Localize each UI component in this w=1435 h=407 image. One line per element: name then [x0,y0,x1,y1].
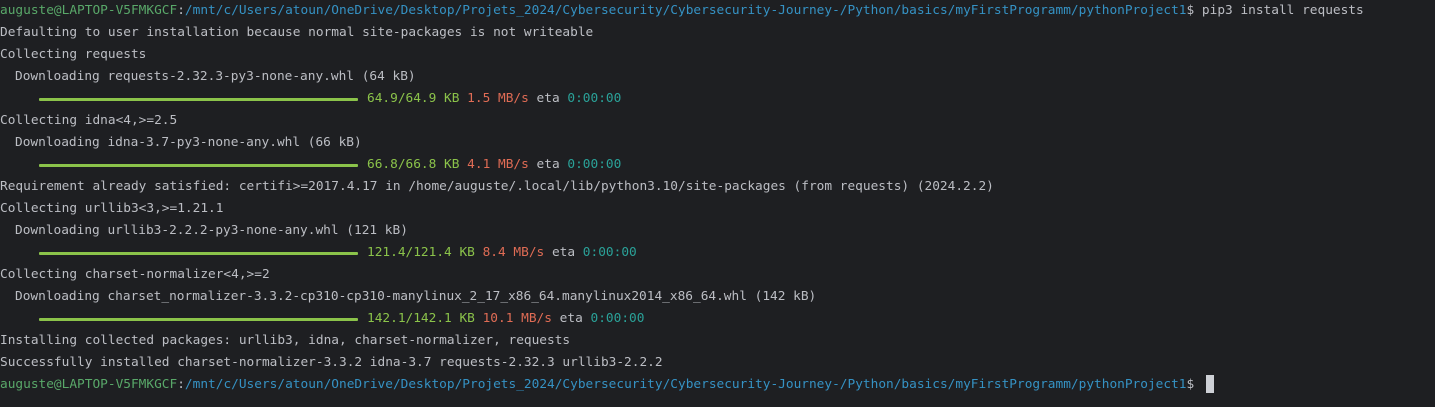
progress-size: 121.4/121.4 KB [367,245,475,260]
progress-speed: 4.1 MB/s [467,157,529,172]
prompt-separator: : [177,377,185,392]
progress-speed: 1.5 MB/s [467,91,529,106]
prompt-symbol: $ [1186,377,1202,392]
progress-bar [39,98,358,101]
progress-eta-label: eta [551,245,576,260]
output-line: Downloading idna-3.7-py3-none-any.whl (6… [15,135,362,150]
prompt-path: /mnt/c/Users/atoun/OneDrive/Desktop/Proj… [184,3,1187,18]
progress-line: 66.8/66.8 KB 4.1 MB/s eta 0:00:00 [0,154,1435,176]
progress-eta-label: eta [559,311,583,326]
text-cursor[interactable] [1205,374,1214,393]
progress-speed: 8.4 MB/s [482,245,545,260]
progress-eta: 0:00:00 [582,245,637,260]
progress-size: 64.9/64.9 KB [367,91,460,106]
prompt-separator: : [177,3,185,18]
output-line: Collecting idna<4,>=2.5 [0,113,178,128]
output-line: Downloading charset_normalizer-3.3.2-cp3… [15,289,817,304]
prompt-symbol: $ [1186,3,1202,18]
output-line: Successfully installed charset-normalize… [0,355,663,370]
terminal-window[interactable]: auguste@LAPTOP-V5FMKGCF:/mnt/c/Users/ato… [0,0,1435,407]
output-line: Installing collected packages: urllib3, … [0,333,571,348]
progress-eta: 0:00:00 [590,311,645,326]
output-line: Requirement already satisfied: certifi>=… [0,179,994,194]
command-line: auguste@LAPTOP-V5FMKGCF:/mnt/c/Users/ato… [0,0,1435,22]
progress-eta-label: eta [536,157,560,172]
progress-eta: 0:00:00 [567,157,622,172]
progress-size: 66.8/66.8 KB [367,157,460,172]
output-line: Defaulting to user installation because … [0,25,594,40]
prompt-user-host: auguste@LAPTOP-V5FMKGCF [0,377,178,392]
output-line: Downloading urllib3-2.2.2-py3-none-any.w… [15,223,408,238]
prompt-user-host: auguste@LAPTOP-V5FMKGCF [0,3,178,18]
prompt-path: /mnt/c/Users/atoun/OneDrive/Desktop/Proj… [184,377,1187,392]
progress-bar [39,318,358,321]
progress-line: 142.1/142.1 KB 10.1 MB/s eta 0:00:00 [0,308,1435,330]
progress-bar [39,252,358,255]
output-line: Collecting charset-normalizer<4,>=2 [0,267,270,282]
progress-line: 64.9/64.9 KB 1.5 MB/s eta 0:00:00 [0,88,1435,110]
progress-bar [39,164,358,167]
progress-eta: 0:00:00 [567,91,622,106]
progress-line: 121.4/121.4 KB 8.4 MB/s eta 0:00:00 [0,242,1435,264]
command-text: pip3 install requests [1201,3,1364,18]
prompt-line[interactable]: auguste@LAPTOP-V5FMKGCF:/mnt/c/Users/ato… [0,374,1435,396]
output-line: Collecting requests [0,47,147,62]
progress-size: 142.1/142.1 KB [367,311,475,326]
progress-eta-label: eta [536,91,560,106]
output-line: Downloading requests-2.32.3-py3-none-any… [15,69,416,84]
progress-speed: 10.1 MB/s [482,311,552,326]
output-line: Collecting urllib3<3,>=1.21.1 [0,201,224,216]
